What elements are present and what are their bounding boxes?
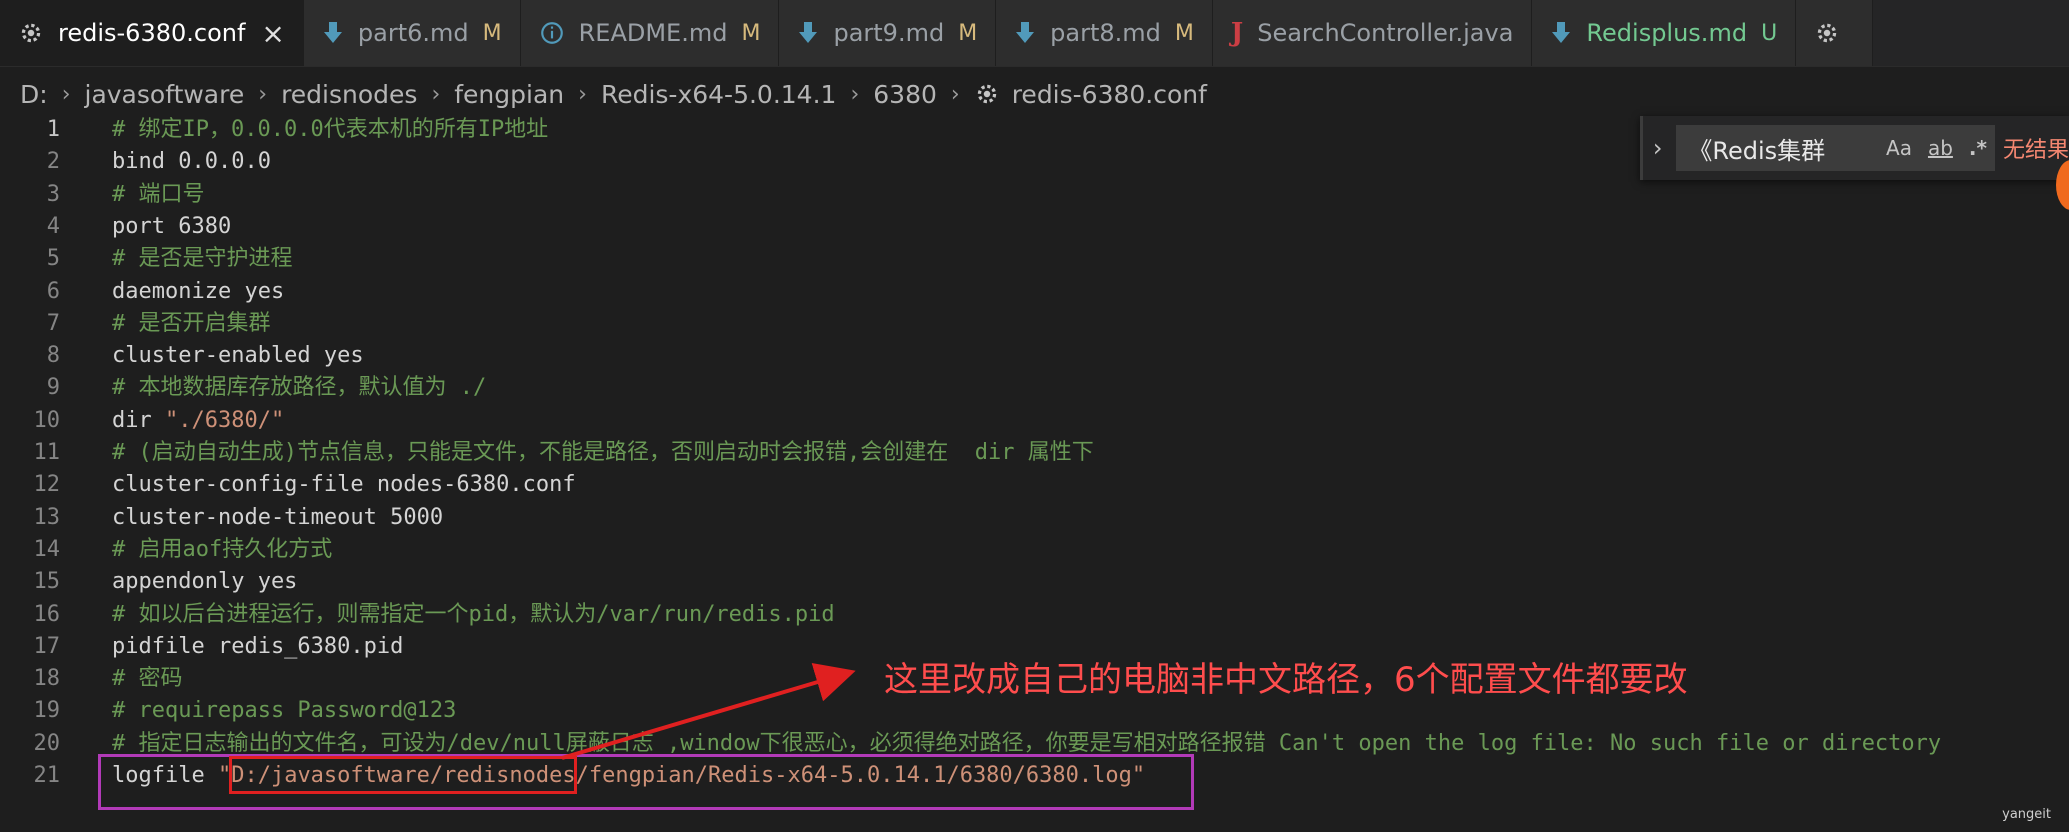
annotation-text: 这里改成自己的电脑非中文路径，6个配置文件都要改 xyxy=(884,660,1688,700)
annotation-arrow xyxy=(561,662,856,760)
watermark: yangeit xyxy=(2002,807,2051,822)
